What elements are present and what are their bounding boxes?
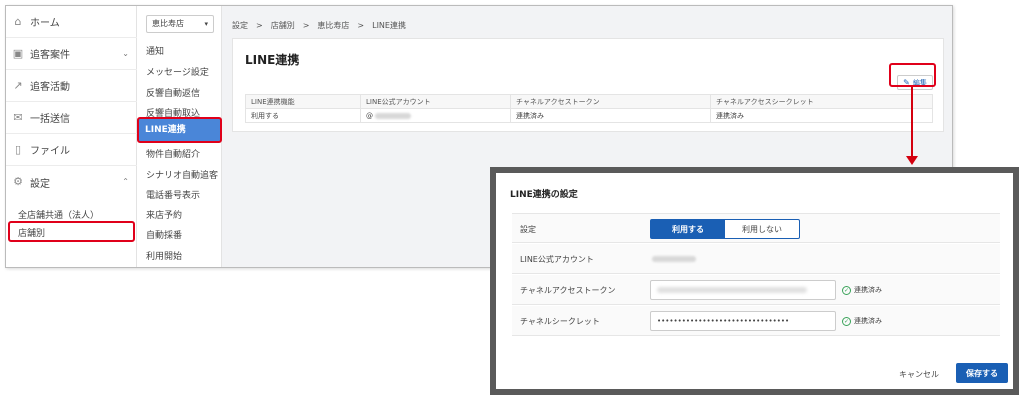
chevron-up-icon: ⌃ xyxy=(122,177,129,186)
sidebar-item-label: 追客案件 xyxy=(30,50,70,61)
table-cell: @ xyxy=(360,108,511,123)
submenu-item-scenario[interactable]: シナリオ自動追客 xyxy=(146,168,218,181)
check-circle-icon: ✓ xyxy=(842,316,851,326)
token-status: ✓ 連携済み xyxy=(842,285,882,295)
submenu-item-phone-display[interactable]: 電話番号表示 xyxy=(146,188,200,201)
table-header: チャネルアクセストークン xyxy=(510,94,711,109)
sidebar-item-label: 一括送信 xyxy=(30,114,70,125)
file-icon: ▯ xyxy=(14,142,22,156)
submenu-item-start-use[interactable]: 利用開始 xyxy=(146,249,182,262)
table-header: チャネルアクセスシークレット xyxy=(710,94,933,109)
form-row-token: チャネルアクセストークン ✓ 連携済み xyxy=(512,275,1000,305)
table-cell: 連携済み xyxy=(710,108,933,123)
submenu-item-message-settings[interactable]: メッセージ設定 xyxy=(146,65,209,78)
save-button[interactable]: 保存する xyxy=(956,363,1008,383)
table-header: LINE公式アカウント xyxy=(360,94,511,109)
case-icon: ▣ xyxy=(12,46,24,60)
line-settings-modal: LINE連携の設定 設定 利用する 利用しない LINE公式アカウント チャネル… xyxy=(496,173,1013,389)
breadcrumb: 設定 > 店舗別 > 恵比寿店 > LINE連携 xyxy=(232,21,406,30)
submenu-item-auto-property[interactable]: 物件自動紹介 xyxy=(146,147,200,160)
sidebar-item-activity[interactable]: ↗ 追客活動 xyxy=(6,70,137,102)
callout-arrow-head xyxy=(906,156,918,165)
submenu-item-auto-reply[interactable]: 反響自動返信 xyxy=(146,86,200,99)
tutorial-composite: ⌂ ホーム ▣ 追客案件 ⌄ ↗ 追客活動 ✉ 一括送信 ▯ ファイル ⚙ 設定… xyxy=(0,0,1024,401)
secret-status-text: 連携済み xyxy=(854,317,882,325)
modal-frame: LINE連携の設定 設定 利用する 利用しない LINE公式アカウント チャネル… xyxy=(490,167,1019,395)
home-icon: ⌂ xyxy=(14,14,22,28)
table-cell: 連携済み xyxy=(510,108,711,123)
table-cell: 利用する xyxy=(245,108,361,123)
caret-down-icon: ▾ xyxy=(204,20,208,28)
setting-label: 設定 xyxy=(520,225,536,234)
sidebar-item-label: ファイル xyxy=(30,146,70,157)
redacted-account xyxy=(652,256,696,262)
toggle-not-use[interactable]: 利用しない xyxy=(725,220,799,238)
gear-icon: ⚙ xyxy=(13,175,23,188)
sidebar-item-cases[interactable]: ▣ 追客案件 ⌄ xyxy=(6,38,137,70)
line-settings-card: LINE連携 ✎ 編集 LINE連携機能 LINE公式アカウント チャネルアクセ… xyxy=(232,38,944,132)
sidebar-item-label: 設定 xyxy=(30,178,50,190)
page-title: LINE連携 xyxy=(245,53,300,67)
toggle-use[interactable]: 利用する xyxy=(651,220,725,238)
mail-icon: ✉ xyxy=(13,110,23,124)
check-circle-icon: ✓ xyxy=(842,285,851,295)
store-select-value: 恵比寿店 xyxy=(152,19,184,28)
redacted-token xyxy=(657,287,807,293)
redacted-account xyxy=(375,112,411,119)
token-input[interactable] xyxy=(650,280,836,300)
token-status-text: 連携済み xyxy=(854,286,882,294)
highlight-line-menu xyxy=(137,117,222,143)
sidebar-item-settings[interactable]: ⚙ 設定 ⌃ xyxy=(6,166,137,198)
chevron-down-icon: ⌄ xyxy=(122,49,129,58)
cancel-button[interactable]: キャンセル xyxy=(899,369,939,380)
highlight-edit-button xyxy=(889,63,936,87)
sidebar-item-file[interactable]: ▯ ファイル xyxy=(6,134,137,166)
highlight-per-store xyxy=(8,221,135,242)
sidebar-item-home[interactable]: ⌂ ホーム xyxy=(6,6,137,38)
submenu-item-visit-reservation[interactable]: 来店予約 xyxy=(146,208,182,221)
sidebar-item-label: 追客活動 xyxy=(30,82,70,93)
sidebar-subitem-all-stores[interactable]: 全店舗共通（法人） xyxy=(18,208,99,221)
sidebar-item-label: ホーム xyxy=(30,18,60,29)
table-row: 利用する @ 連携済み 連携済み xyxy=(245,108,933,123)
submenu-item-auto-numbering[interactable]: 自動採番 xyxy=(146,228,182,241)
form-row-secret: チャネルシークレット •••••••••••••••••••••••••••••… xyxy=(512,306,1000,336)
activity-icon: ↗ xyxy=(13,78,23,92)
modal-title: LINE連携の設定 xyxy=(510,190,578,200)
table-header: LINE連携機能 xyxy=(245,94,361,109)
submenu-item-notification[interactable]: 通知 xyxy=(146,44,164,57)
secret-label: チャネルシークレット xyxy=(520,317,600,326)
callout-arrow-line xyxy=(911,87,913,157)
form-row-setting: 設定 利用する 利用しない xyxy=(512,213,1000,243)
form-row-account: LINE公式アカウント xyxy=(512,244,1000,274)
store-select[interactable]: 恵比寿店 ▾ xyxy=(146,15,214,33)
account-label: LINE公式アカウント xyxy=(520,255,594,264)
table-header-row: LINE連携機能 LINE公式アカウント チャネルアクセストークン チャネルアク… xyxy=(245,94,933,109)
usage-toggle[interactable]: 利用する 利用しない xyxy=(650,219,800,239)
account-prefix: @ xyxy=(366,111,373,120)
secret-status: ✓ 連携済み xyxy=(842,316,882,326)
line-settings-table: LINE連携機能 LINE公式アカウント チャネルアクセストークン チャネルアク… xyxy=(245,94,933,123)
sidebar-item-bulk-send[interactable]: ✉ 一括送信 xyxy=(6,102,137,134)
token-label: チャネルアクセストークン xyxy=(520,286,616,295)
secret-input[interactable]: •••••••••••••••••••••••••••••••• xyxy=(650,311,836,331)
